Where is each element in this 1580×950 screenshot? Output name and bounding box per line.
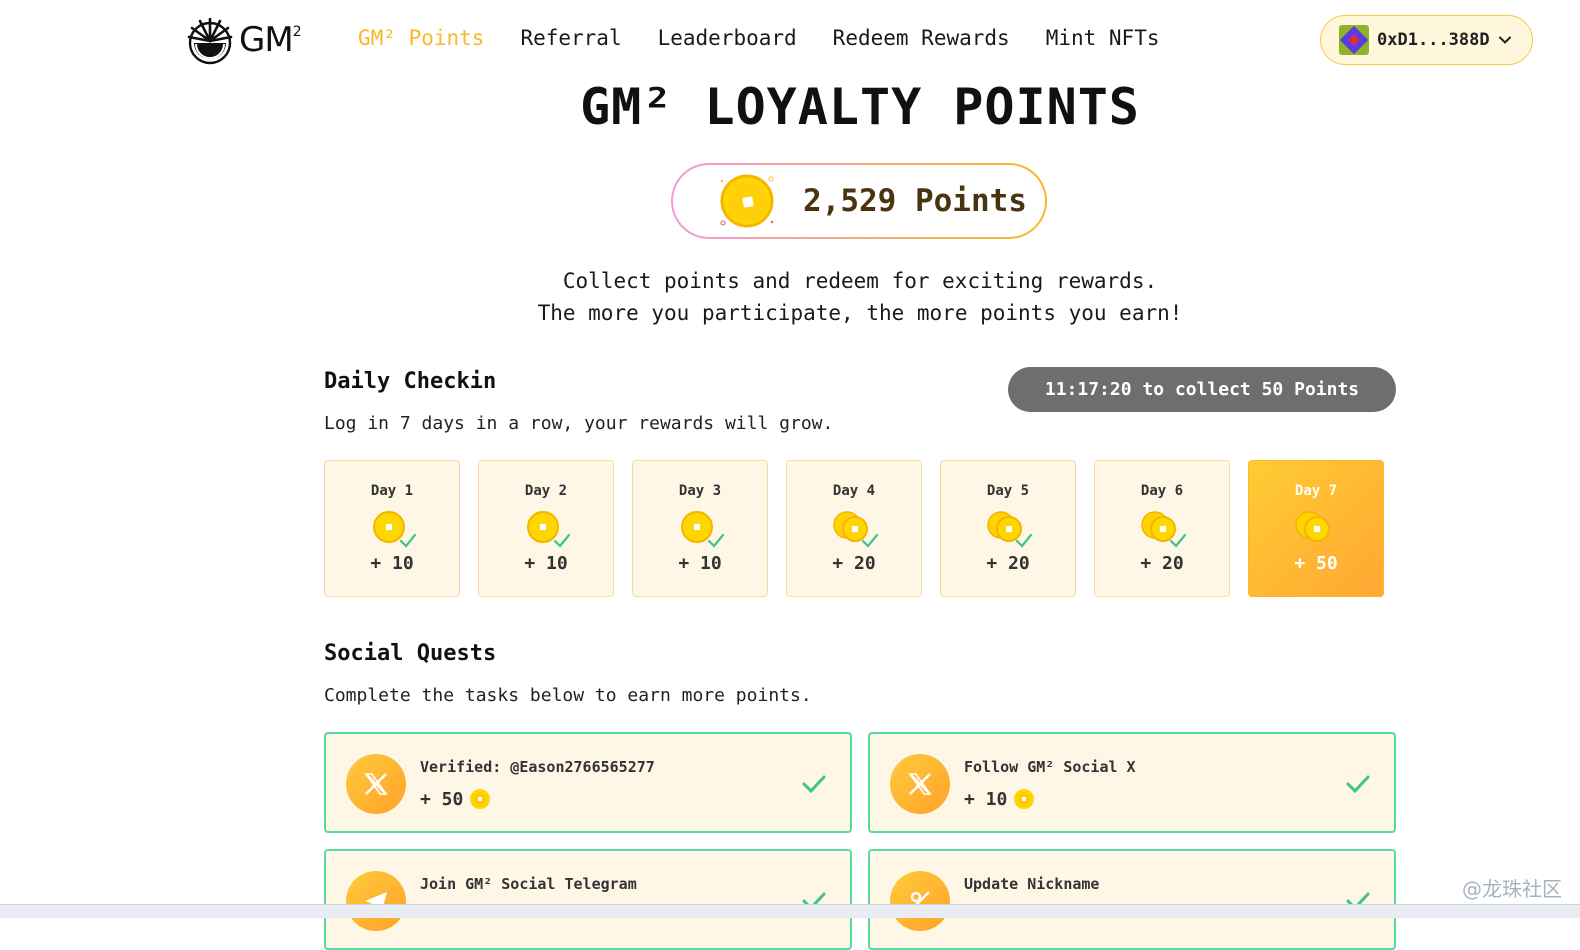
quest-title: Verified: @Eason2766565277 xyxy=(420,758,655,776)
quest-card[interactable]: Follow GM² Social X + 10 xyxy=(868,732,1396,833)
subtitle-line-2: The more you participate, the more point… xyxy=(537,301,1183,325)
quest-card[interactable]: Update Nickname xyxy=(868,849,1396,950)
coin-icon xyxy=(1014,789,1035,809)
coin-icon xyxy=(675,507,725,551)
nav-referral[interactable]: Referral xyxy=(520,26,621,50)
coin-icon xyxy=(470,789,491,809)
quest-reward: + 10 xyxy=(964,788,1035,810)
nav-mint-nfts[interactable]: Mint NFTs xyxy=(1046,26,1160,50)
check-icon xyxy=(802,775,826,794)
chevron-down-icon xyxy=(1498,36,1511,44)
coin-icon xyxy=(367,507,417,551)
day-reward: + 20 xyxy=(986,553,1030,574)
day-reward: + 10 xyxy=(524,553,568,574)
quest-reward-value: + 50 xyxy=(420,788,464,810)
coin-icon xyxy=(1291,507,1341,551)
telegram-icon xyxy=(346,871,406,931)
quest-reward-value: + 10 xyxy=(964,788,1008,810)
brand-logo[interactable]: GM2 xyxy=(185,15,302,65)
coin-icon xyxy=(829,507,879,551)
checkin-countdown-button[interactable]: 11:17:20 to collect 50 Points xyxy=(1008,367,1396,412)
day-card[interactable]: Day 2 + 10 xyxy=(478,460,614,597)
quest-card[interactable]: Join GM² Social Telegram xyxy=(324,849,852,950)
points-balance-pill: 2,529 Points xyxy=(671,163,1047,239)
nav-gm2-points[interactable]: GM² Points xyxy=(358,26,484,50)
day-card[interactable]: Day 3 + 10 xyxy=(632,460,768,597)
quest-title: Join GM² Social Telegram xyxy=(420,875,637,893)
day-card[interactable]: Day 6 + 20 xyxy=(1094,460,1230,597)
brand-name: GM2 xyxy=(239,20,302,60)
day-label: Day 4 xyxy=(832,483,876,499)
sun-logo-icon xyxy=(187,17,233,65)
subtitle-line-1: Collect points and redeem for exciting r… xyxy=(562,269,1158,293)
check-icon xyxy=(1346,775,1370,794)
daily-checkin-title: Daily Checkin xyxy=(324,369,497,394)
day-label: Day 1 xyxy=(370,483,414,499)
page-title: GM² LOYALTY POINTS xyxy=(580,78,1140,136)
day-reward: + 20 xyxy=(832,553,876,574)
coin-icon xyxy=(720,174,774,228)
quest-card[interactable]: Verified: @Eason2766565277 + 50 xyxy=(324,732,852,833)
coin-icon xyxy=(1137,507,1187,551)
points-balance: 2,529 Points xyxy=(803,183,1027,219)
edit-icon xyxy=(890,871,950,931)
hero-subtitle: Collect points and redeem for exciting r… xyxy=(0,265,1580,329)
wallet-avatar xyxy=(1339,25,1369,55)
day-card[interactable]: Day 7 + 50 xyxy=(1248,460,1384,597)
window-bottom-bar xyxy=(0,904,1580,918)
coin-icon xyxy=(983,507,1033,551)
day-label: Day 6 xyxy=(1140,483,1184,499)
day-reward: + 20 xyxy=(1140,553,1184,574)
coin-icon xyxy=(521,507,571,551)
day-label: Day 3 xyxy=(678,483,722,499)
watermark-text: @龙珠社区 xyxy=(1462,877,1562,901)
wallet-button[interactable]: 0xD1...388D xyxy=(1320,15,1533,65)
quest-reward: + 50 xyxy=(420,788,491,810)
main-nav: GM² Points Referral Leaderboard Redeem R… xyxy=(358,26,1195,50)
day-reward: + 10 xyxy=(370,553,414,574)
x-logo-icon xyxy=(890,754,950,814)
nav-leaderboard[interactable]: Leaderboard xyxy=(658,26,797,50)
day-label: Day 7 xyxy=(1294,483,1338,499)
day-label: Day 5 xyxy=(986,483,1030,499)
day-label: Day 2 xyxy=(524,483,568,499)
daily-checkin-description: Log in 7 days in a row, your rewards wil… xyxy=(324,413,834,434)
daily-checkin-days: Day 1 + 10 Day 2 + 10 Day 3 + 10 Day 4 + 20 Day … xyxy=(324,460,1384,597)
social-quests-description: Complete the tasks below to earn more po… xyxy=(324,685,812,706)
x-logo-icon xyxy=(346,754,406,814)
day-card[interactable]: Day 5 + 20 xyxy=(940,460,1076,597)
social-quests-title: Social Quests xyxy=(324,641,497,666)
day-reward: + 10 xyxy=(678,553,722,574)
quest-title: Follow GM² Social X xyxy=(964,758,1136,776)
day-reward: + 50 xyxy=(1294,553,1338,574)
day-card[interactable]: Day 4 + 20 xyxy=(786,460,922,597)
wallet-address: 0xD1...388D xyxy=(1377,30,1490,50)
day-card[interactable]: Day 1 + 10 xyxy=(324,460,460,597)
quest-title: Update Nickname xyxy=(964,875,1100,893)
nav-redeem-rewards[interactable]: Redeem Rewards xyxy=(833,26,1010,50)
